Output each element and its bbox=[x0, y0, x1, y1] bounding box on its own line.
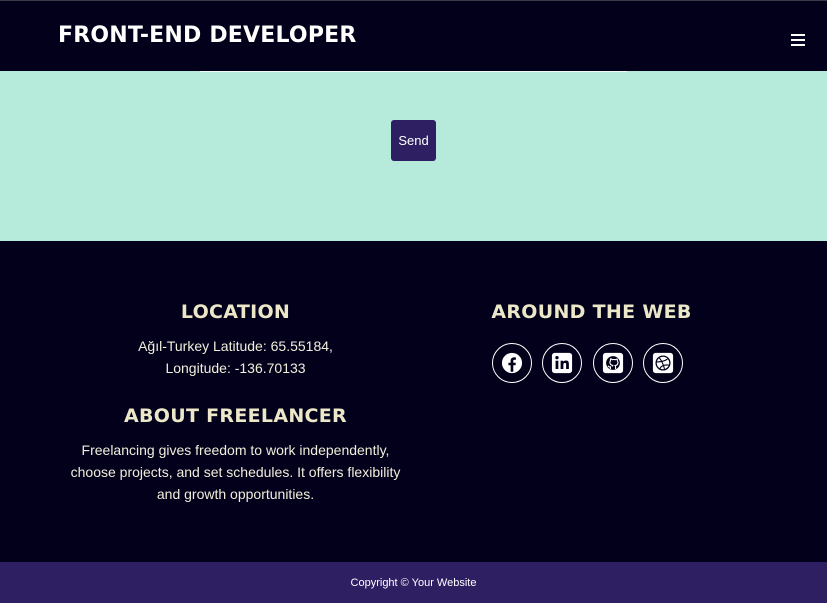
footer: LOCATION Ağıl-Turkey Latitude: 65.55184,… bbox=[0, 241, 827, 562]
brand-title[interactable]: FRONT-END DEVELOPER bbox=[58, 23, 357, 48]
facebook-link[interactable] bbox=[492, 343, 532, 383]
linkedin-link[interactable] bbox=[542, 343, 582, 383]
location-heading: LOCATION bbox=[180, 301, 291, 323]
about-heading: ABOUT FREELANCER bbox=[124, 405, 347, 427]
copyright-text: Copyright © Your Website bbox=[350, 577, 477, 589]
social-links bbox=[492, 343, 692, 383]
navbar: FRONT-END DEVELOPER bbox=[0, 0, 827, 71]
contact-section: Send bbox=[0, 71, 827, 241]
github-link[interactable] bbox=[593, 343, 633, 383]
facebook-icon bbox=[501, 352, 523, 374]
location-text: Ağıl-Turkey Latitude: 65.55184, Longitud… bbox=[58, 335, 413, 379]
about-text: Freelancing gives freedom to work indepe… bbox=[58, 439, 413, 505]
linkedin-icon bbox=[551, 352, 573, 374]
about-line-1: Freelancing gives freedom to work indepe… bbox=[81, 442, 390, 458]
dribbble-icon bbox=[652, 352, 674, 374]
dribbble-link[interactable] bbox=[643, 343, 683, 383]
location-line-1: Ağıl-Turkey Latitude: 65.55184, bbox=[138, 338, 333, 354]
form-field-underline bbox=[200, 71, 627, 72]
about-line-3: and growth opportunities. bbox=[156, 486, 315, 502]
location-line-2: Longitude: -136.70133 bbox=[165, 360, 306, 376]
hamburger-menu-icon[interactable] bbox=[791, 34, 805, 46]
around-the-web-heading: AROUND THE WEB bbox=[491, 301, 692, 323]
send-button[interactable]: Send bbox=[391, 120, 436, 161]
about-line-2: choose projects, and set schedules. It o… bbox=[70, 464, 401, 480]
github-icon bbox=[602, 352, 624, 374]
copyright-bar: Copyright © Your Website bbox=[0, 562, 827, 603]
